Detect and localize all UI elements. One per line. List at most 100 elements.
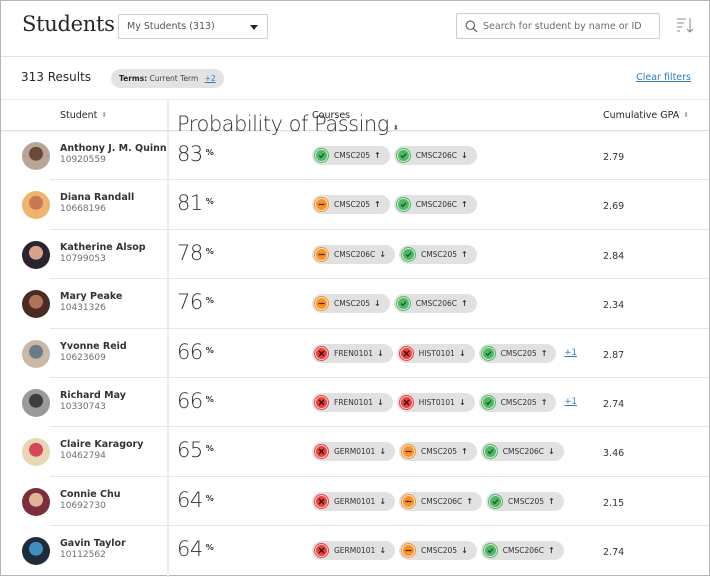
student-name[interactable]: Yvonne Reid <box>60 341 127 352</box>
status-minus-icon <box>314 197 329 213</box>
search-input[interactable] <box>483 17 655 35</box>
probability-number: 64 <box>177 537 203 562</box>
course-chip[interactable]: GERM0101 ↓ <box>312 442 396 462</box>
course-chip[interactable]: CMSC206C ↑ <box>393 195 477 215</box>
course-chip[interactable]: CMSC206C ↑ <box>480 541 564 561</box>
probability-number: 66 <box>177 339 203 364</box>
course-chip[interactable]: FREN0101 ↓ <box>312 343 393 363</box>
course-chip[interactable]: CMSC205 ↑ <box>478 343 557 363</box>
course-code: CMSC206C <box>502 447 545 457</box>
sort-descending-icon[interactable] <box>674 14 696 36</box>
search-box[interactable] <box>456 13 660 39</box>
student-name[interactable]: Anthony J. M. Quinn <box>60 143 167 154</box>
course-list: CMSC205 ↑ CMSC206C ↓ <box>312 146 477 165</box>
probability-value: 64% <box>177 488 214 512</box>
status-minus-icon <box>401 493 417 509</box>
course-chip[interactable]: GERM0101 ↓ <box>312 541 396 561</box>
course-list: CMSC206C ↓ CMSC205 ↑ <box>312 244 477 264</box>
course-chip[interactable]: CMSC205 ↓ <box>399 541 477 561</box>
status-check-icon <box>395 197 411 213</box>
avatar <box>22 487 50 516</box>
arrow-up-icon: ↑ <box>461 249 468 259</box>
table-row[interactable]: Katherine Alsop 10799053 78% CMSC206C ↓ CM… <box>1 230 709 280</box>
arrow-up-icon: ↑ <box>461 447 468 457</box>
table-row[interactable]: Connie Chu 10692730 64% GERM0101 ↓ CMSC206… <box>1 477 709 527</box>
student-name[interactable]: Claire Karagory <box>60 439 143 450</box>
column-header-student[interactable]: Student ⬍ <box>60 110 107 121</box>
student-name[interactable]: Mary Peake <box>60 291 122 302</box>
course-code: HIST0101 <box>418 348 455 358</box>
page-header: Students My Students (313) <box>1 1 709 57</box>
table-row[interactable]: Richard May 10330743 66% FREN0101 ↓ HIST01… <box>1 378 709 428</box>
course-chip[interactable]: CMSC206C ↓ <box>393 146 477 165</box>
arrow-up-icon: ↑ <box>548 496 555 506</box>
percent-sign: % <box>205 296 214 306</box>
student-name[interactable]: Connie Chu <box>60 489 121 500</box>
percent-sign: % <box>205 394 214 404</box>
results-count: 313 Results <box>21 70 92 84</box>
course-chip[interactable]: CMSC205 ↑ <box>486 491 564 511</box>
course-code: CMSC205 <box>334 151 371 160</box>
course-code: CMSC205 <box>500 397 537 407</box>
probability-value: 64% <box>177 537 214 562</box>
status-check-icon <box>480 345 496 361</box>
course-chip[interactable]: CMSC205 ↓ <box>312 294 390 314</box>
course-chip[interactable]: HIST0101 ↓ <box>396 343 475 363</box>
student-view-dropdown[interactable]: My Students (313) <box>118 14 268 39</box>
course-chip[interactable]: CMSC206C ↑ <box>393 294 477 314</box>
status-x-icon <box>314 394 329 410</box>
course-chip[interactable]: CMSC205 ↑ <box>478 392 557 412</box>
probability-value: 66% <box>177 389 214 413</box>
course-chip[interactable]: CMSC205 ↑ <box>398 244 477 264</box>
table-row[interactable]: Mary Peake 10431326 76% CMSC205 ↓ CMSC206C… <box>1 279 709 329</box>
term-filter-more-link[interactable]: +2 <box>205 74 216 83</box>
term-filter-pill[interactable]: Terms: Current Term +2 <box>111 69 224 88</box>
more-courses-link[interactable]: +1 <box>564 348 577 358</box>
course-chip[interactable]: CMSC206C ↓ <box>480 442 564 462</box>
probability-number: 76 <box>177 290 203 315</box>
table-row[interactable]: Claire Karagory 10462794 65% GERM0101 ↓ CM… <box>1 427 709 477</box>
arrow-up-icon: ↑ <box>466 496 473 506</box>
course-code: CMSC205 <box>508 496 545 506</box>
course-chip[interactable]: HIST0101 ↓ <box>396 392 475 412</box>
probability-value: 66% <box>177 339 214 364</box>
avatar <box>22 142 50 170</box>
table-body: Anthony J. M. Quinn 10920559 83% CMSC205… <box>1 131 709 576</box>
table-row[interactable]: Anthony J. M. Quinn 10920559 83% CMSC205… <box>1 131 709 181</box>
student-id: 10920559 <box>60 155 106 165</box>
course-chip[interactable]: CMSC205 ↑ <box>312 195 390 215</box>
table-row[interactable]: Yvonne Reid 10623609 66% FREN0101 ↓ HIST01… <box>1 329 709 378</box>
gpa-value: 2.74 <box>603 398 625 410</box>
gpa-value: 2.69 <box>603 201 625 213</box>
column-header-gpa[interactable]: Cumulative GPA ⬍ <box>603 110 689 121</box>
arrow-down-icon: ↓ <box>458 397 466 407</box>
course-chip[interactable]: CMSC205 ↑ <box>312 146 390 165</box>
student-id: 10330743 <box>60 401 106 412</box>
arrow-down-icon: ↓ <box>374 299 381 309</box>
status-check-icon <box>314 148 329 163</box>
probability-value: 81% <box>177 191 214 215</box>
student-name[interactable]: Gavin Taylor <box>60 538 126 549</box>
student-name[interactable]: Katherine Alsop <box>60 242 146 253</box>
status-minus-icon <box>314 246 329 262</box>
student-name[interactable]: Diana Randall <box>60 192 134 203</box>
course-chip[interactable]: CMSC206C ↓ <box>312 244 395 264</box>
course-chip[interactable]: CMSC206C ↑ <box>399 491 482 511</box>
page-title: Students <box>22 12 115 36</box>
course-chip[interactable]: CMSC205 ↑ <box>399 442 477 462</box>
more-courses-link[interactable]: +1 <box>564 397 577 407</box>
avatar <box>22 339 50 368</box>
course-chip[interactable]: FREN0101 ↓ <box>312 392 393 412</box>
probability-value: 76% <box>177 290 214 315</box>
course-chip[interactable]: GERM0101 ↓ <box>312 491 396 511</box>
percent-sign: % <box>205 543 214 553</box>
table-row[interactable]: Diana Randall 10668196 81% CMSC205 ↑ CMSC2… <box>1 180 709 230</box>
student-name[interactable]: Richard May <box>60 390 126 401</box>
table-row[interactable]: Gavin Taylor 10112562 64% GERM0101 ↓ CMSC2… <box>1 526 709 575</box>
clear-filters-link[interactable]: Clear filters <box>636 72 691 83</box>
student-id: 10431326 <box>60 303 106 314</box>
student-id: 10462794 <box>60 451 106 462</box>
percent-sign: % <box>205 444 214 454</box>
course-code: GERM0101 <box>334 496 376 506</box>
column-header-courses: Courses <box>312 110 350 121</box>
